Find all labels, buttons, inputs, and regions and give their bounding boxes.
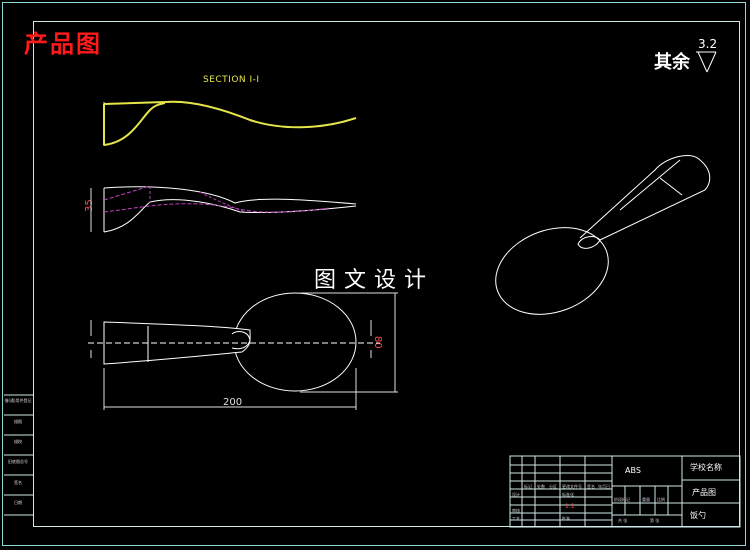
side-cell-4: 旧底图总号 (8, 459, 28, 464)
tb-label-13: 批准 (562, 516, 570, 521)
tb-label-7: 标准化 (562, 492, 574, 497)
tb-label-2: 分区 (549, 484, 557, 489)
tb-label-0: 标记 (524, 484, 532, 489)
tb-label-9: 重量 (642, 497, 650, 502)
isometric-view (495, 155, 711, 315)
side-cell-3: 描校 (14, 439, 22, 444)
side-cell-5: 签名 (14, 480, 22, 485)
title-block-material: ABS (625, 466, 641, 475)
side-cell-6: 日期 (14, 500, 22, 505)
tb-label-8: 阶段标记 (614, 497, 630, 502)
roughness-symbol (696, 51, 717, 73)
tb-label-14: 共 张 (618, 518, 628, 523)
tb-label-4: 签名 (587, 484, 595, 489)
section-profile (103, 100, 357, 146)
title-block-drawing-type: 产品图 (692, 488, 716, 497)
title-block-school: 学校名称 (690, 463, 722, 472)
tb-label-1: 处数 (537, 484, 545, 489)
tb-label-6: 设计 (512, 492, 520, 497)
tb-label-12: 工艺 (512, 516, 520, 521)
side-cell-1: 借(通)用件登记 (4, 398, 32, 403)
side-cell-2: 描图 (14, 419, 22, 424)
title-block-part-name: 饭勺 (690, 511, 706, 520)
tb-label-11: 审核 (512, 508, 520, 513)
tb-label-3: 更改文件号 (562, 484, 582, 489)
side-table-grid (4, 394, 33, 516)
top-view (88, 292, 398, 410)
tb-label-15: 第 张 (650, 518, 660, 523)
side-view (90, 185, 357, 233)
tb-label-10: 比例 (657, 497, 665, 502)
tb-label-5: 年月日 (598, 484, 610, 489)
title-block-scale: 1:1 (565, 503, 575, 510)
